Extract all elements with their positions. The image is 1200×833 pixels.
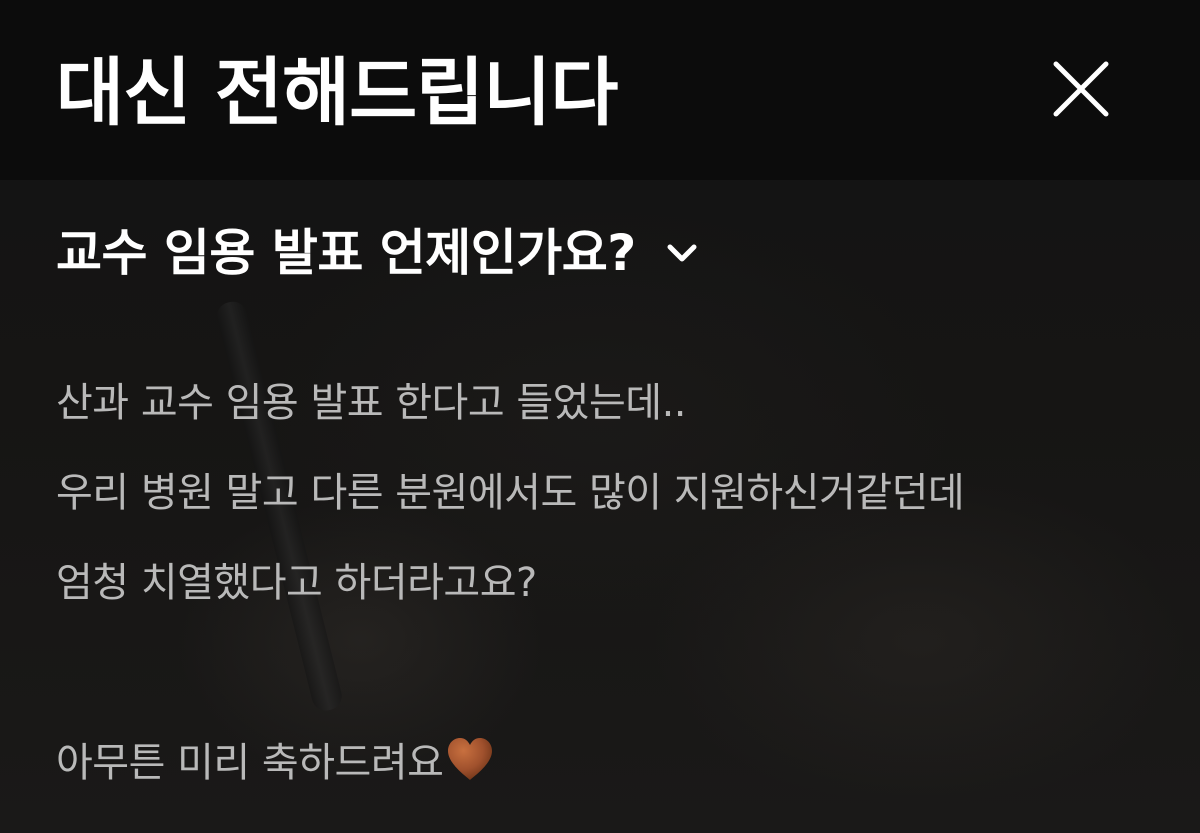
message-line-last: 아무튼 미리 축하드려요	[56, 718, 1166, 808]
message-line: 우리 병원 말고 다른 분원에서도 많이 지원하신거같던데	[56, 470, 965, 516]
message-line: 산과 교수 임용 발표 한다고 들었는데..	[56, 380, 687, 426]
page-title: 대신 전해드립니다	[56, 50, 618, 136]
modal-header: 대신 전해드립니다	[0, 0, 1200, 180]
message-line: 엄청 치열했다고 하더라고요?	[56, 560, 537, 606]
brown-heart-icon	[448, 738, 493, 780]
message-body: 산과 교수 임용 발표 한다고 들었는데.. 우리 병원 말고 다른 분원에서도…	[56, 358, 1166, 808]
chevron-down-icon	[667, 244, 697, 262]
question-toggle[interactable]: 교수 임용 발표 언제인가요?	[56, 218, 702, 288]
close-icon	[1053, 61, 1109, 117]
message-line: 아무튼 미리 축하드려요	[56, 740, 444, 786]
close-button[interactable]	[1042, 50, 1122, 130]
question-title: 교수 임용 발표 언제인가요?	[56, 224, 636, 282]
